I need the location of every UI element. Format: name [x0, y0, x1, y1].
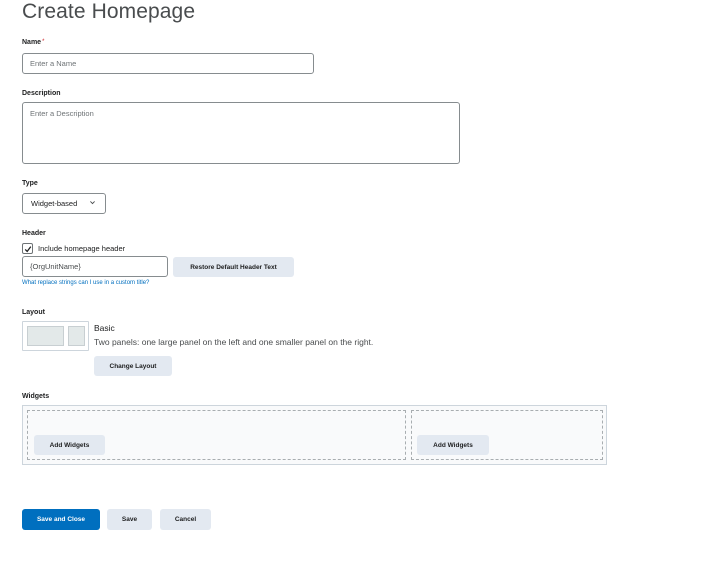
add-widgets-left-button[interactable]: Add Widgets [34, 435, 105, 455]
layout-large-panel-preview [27, 326, 64, 346]
widget-panel-left: Add Widgets [27, 410, 406, 460]
layout-name: Basic [94, 323, 115, 333]
save-button[interactable]: Save [107, 509, 152, 530]
include-header-checkbox-row[interactable]: Include homepage header [22, 243, 125, 254]
layout-description: Two panels: one large panel on the left … [94, 337, 374, 347]
save-and-close-button[interactable]: Save and Close [22, 509, 100, 530]
header-label: Header [22, 230, 46, 237]
layout-thumbnail [22, 321, 89, 351]
cancel-button[interactable]: Cancel [160, 509, 211, 530]
include-header-checkbox[interactable] [22, 243, 33, 254]
checkmark-icon [24, 245, 31, 252]
name-label: Name* [22, 39, 44, 46]
widgets-label: Widgets [22, 393, 50, 400]
layout-label: Layout [22, 309, 45, 316]
change-layout-button[interactable]: Change Layout [94, 356, 172, 376]
name-input[interactable] [22, 53, 314, 74]
restore-default-header-button[interactable]: Restore Default Header Text [173, 257, 294, 277]
widget-panel-right: Add Widgets [411, 410, 603, 460]
chevron-down-icon [89, 199, 96, 208]
description-input[interactable] [22, 102, 460, 164]
description-label: Description [22, 90, 61, 97]
layout-small-panel-preview [68, 326, 85, 346]
add-widgets-right-button[interactable]: Add Widgets [417, 435, 489, 455]
widgets-frame: Add Widgets Add Widgets [22, 405, 607, 465]
type-selected-value: Widget-based [31, 199, 78, 208]
type-label: Type [22, 180, 38, 187]
page-title: Create Homepage [22, 0, 196, 23]
type-select[interactable]: Widget-based [22, 193, 106, 214]
include-header-label: Include homepage header [38, 244, 126, 253]
header-text-input[interactable] [22, 256, 168, 277]
required-marker: * [42, 39, 45, 45]
replace-strings-help-link[interactable]: What replace strings can I use in a cust… [22, 280, 149, 286]
name-label-text: Name [22, 39, 42, 46]
